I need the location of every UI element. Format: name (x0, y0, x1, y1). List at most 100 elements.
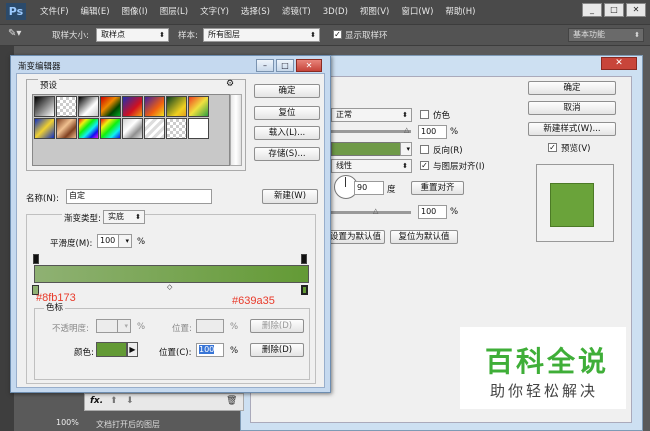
layer-style-close-button[interactable]: ✕ (601, 57, 637, 70)
chevron-down-icon: ▾ (124, 322, 128, 330)
delete-color-stop-button[interactable]: 删除(D) (250, 343, 304, 357)
opacity-stop-right[interactable] (301, 254, 307, 264)
preset-swatch[interactable] (144, 96, 165, 117)
preset-swatch[interactable] (78, 118, 99, 139)
show-ring-checkbox[interactable]: ✓ (333, 30, 342, 39)
smoothness-dropdown[interactable]: ▾ (118, 234, 132, 248)
menu-filter[interactable]: 滤镜(T) (276, 0, 317, 24)
chevron-down-icon: ⬍ (135, 213, 141, 221)
preset-swatch[interactable] (122, 118, 143, 139)
stop-color-swatch[interactable] (96, 342, 127, 357)
angle-field[interactable]: 90 (354, 181, 384, 195)
preview-thumbnail (550, 183, 594, 227)
layer-style-ok-button[interactable]: 确定 (528, 81, 616, 95)
preset-swatch[interactable] (188, 96, 209, 117)
ge-ok-button[interactable]: 确定 (254, 84, 320, 98)
blend-mode-select[interactable]: 正常 ⬍ (331, 108, 412, 122)
dither-checkbox[interactable] (420, 110, 429, 119)
preset-swatch[interactable] (166, 96, 187, 117)
menu-type[interactable]: 文字(Y) (194, 0, 235, 24)
layer-style-cancel-button[interactable]: 取消 (528, 101, 616, 115)
gradient-bar[interactable] (34, 265, 309, 283)
chevron-down-icon: ⬍ (402, 111, 408, 119)
sample-size-select[interactable]: 取样点 ⬍ (96, 28, 169, 42)
menu-3d[interactable]: 3D(D) (317, 0, 354, 24)
style-select[interactable]: 线性 ⬍ (331, 159, 412, 173)
color-menu-arrow-icon[interactable]: ▶ (127, 342, 138, 357)
menu-edit[interactable]: 编辑(E) (75, 0, 116, 24)
minimize-button[interactable]: _ (582, 3, 602, 17)
sample-select[interactable]: 所有图层 ⬍ (203, 28, 320, 42)
eyedropper-icon[interactable]: ✎▾ (8, 28, 21, 39)
preset-swatch[interactable] (166, 118, 187, 139)
reset-default-button[interactable]: 复位为默认值 (390, 230, 458, 244)
workspace-select[interactable]: 基本功能 ⬍ (568, 28, 644, 42)
status-text: 文档打开后的图层 (96, 420, 160, 429)
preset-swatch[interactable] (188, 118, 209, 139)
reverse-checkbox[interactable] (420, 145, 429, 154)
stop-location-label: 位置: (172, 324, 192, 334)
move-down-icon[interactable]: ⬇ (126, 396, 134, 406)
preset-swatch[interactable] (122, 96, 143, 117)
stop-opacity-dropdown[interactable]: ▾ (117, 319, 131, 333)
menu-view[interactable]: 视图(V) (354, 0, 395, 24)
preset-swatch[interactable] (56, 96, 77, 117)
scale-field[interactable]: 100 (418, 205, 447, 219)
gradient-preview-swatch[interactable] (331, 142, 401, 156)
ge-load-button[interactable]: 载入(L)... (254, 126, 320, 140)
maximize-button[interactable]: □ (276, 59, 294, 72)
preset-swatch[interactable] (34, 96, 55, 117)
midpoint-diamond-icon[interactable]: ◇ (167, 283, 172, 291)
ge-new-button[interactable]: 新建(W) (262, 189, 318, 204)
preset-swatch[interactable] (78, 96, 99, 117)
scale-slider[interactable] (331, 211, 411, 214)
menu-file[interactable]: 文件(F) (34, 0, 75, 24)
gear-icon[interactable]: ⚙ (226, 79, 234, 89)
color-location-field[interactable]: 100 (196, 343, 224, 357)
smoothness-field[interactable]: 100 (97, 234, 119, 248)
degree-label: 度 (387, 185, 396, 195)
new-style-button[interactable]: 新建样式(W)... (528, 122, 616, 136)
gradient-type-select[interactable]: 实底 ⬍ (103, 210, 145, 224)
fx-icon[interactable]: fx. (90, 396, 103, 406)
preset-swatch[interactable] (100, 96, 121, 117)
set-default-button[interactable]: 设置为默认值 (323, 230, 385, 244)
menu-select[interactable]: 选择(S) (235, 0, 276, 24)
ge-reset-button[interactable]: 复位 (254, 106, 320, 120)
color-location-label: 位置(C): (159, 348, 192, 358)
preset-swatch[interactable] (56, 118, 77, 139)
menu-layer[interactable]: 图层(L) (154, 0, 194, 24)
color-stop-right[interactable] (301, 285, 308, 295)
move-up-icon[interactable]: ⬆ (110, 396, 118, 406)
menu-image[interactable]: 图像(I) (116, 0, 154, 24)
minimize-button[interactable]: – (256, 59, 274, 72)
stop-opacity-label: 不透明度: (52, 324, 89, 334)
delete-opacity-stop-button[interactable]: 删除(D) (250, 319, 304, 333)
close-button[interactable]: ✕ (626, 3, 646, 17)
stop-location-field[interactable] (196, 319, 224, 333)
stop-opacity-field[interactable] (96, 319, 118, 333)
gradient-dropdown[interactable]: ▾ (400, 142, 412, 156)
menu-help[interactable]: 帮助(H) (439, 0, 481, 24)
align-layer-checkbox[interactable]: ✓ (420, 161, 429, 170)
reset-align-button[interactable]: 重置对齐 (411, 181, 464, 195)
preset-swatch[interactable] (34, 118, 55, 139)
close-button[interactable]: ✕ (296, 59, 322, 72)
slider-thumb-icon[interactable]: △ (373, 207, 378, 215)
opacity-field[interactable]: 100 (418, 125, 447, 139)
preset-swatch[interactable] (144, 118, 165, 139)
reverse-label: 反向(R) (433, 146, 463, 156)
opacity-stop-left[interactable] (33, 254, 39, 264)
smoothness-label: 平滑度(M): (50, 239, 93, 249)
name-field[interactable]: 自定 (66, 189, 212, 204)
maximize-button[interactable]: □ (604, 3, 624, 17)
opacity-slider[interactable] (331, 130, 411, 133)
gradient-editor-title: 渐变编辑器 (18, 62, 61, 72)
slider-thumb-icon[interactable]: △ (404, 126, 409, 134)
presets-scrollbar[interactable] (230, 94, 242, 166)
preset-swatch[interactable] (100, 118, 121, 139)
ge-save-button[interactable]: 存储(S)... (254, 147, 320, 161)
preview-checkbox[interactable]: ✓ (548, 143, 557, 152)
menu-window[interactable]: 窗口(W) (395, 0, 439, 24)
trash-icon[interactable]: 🗑 (226, 396, 237, 406)
